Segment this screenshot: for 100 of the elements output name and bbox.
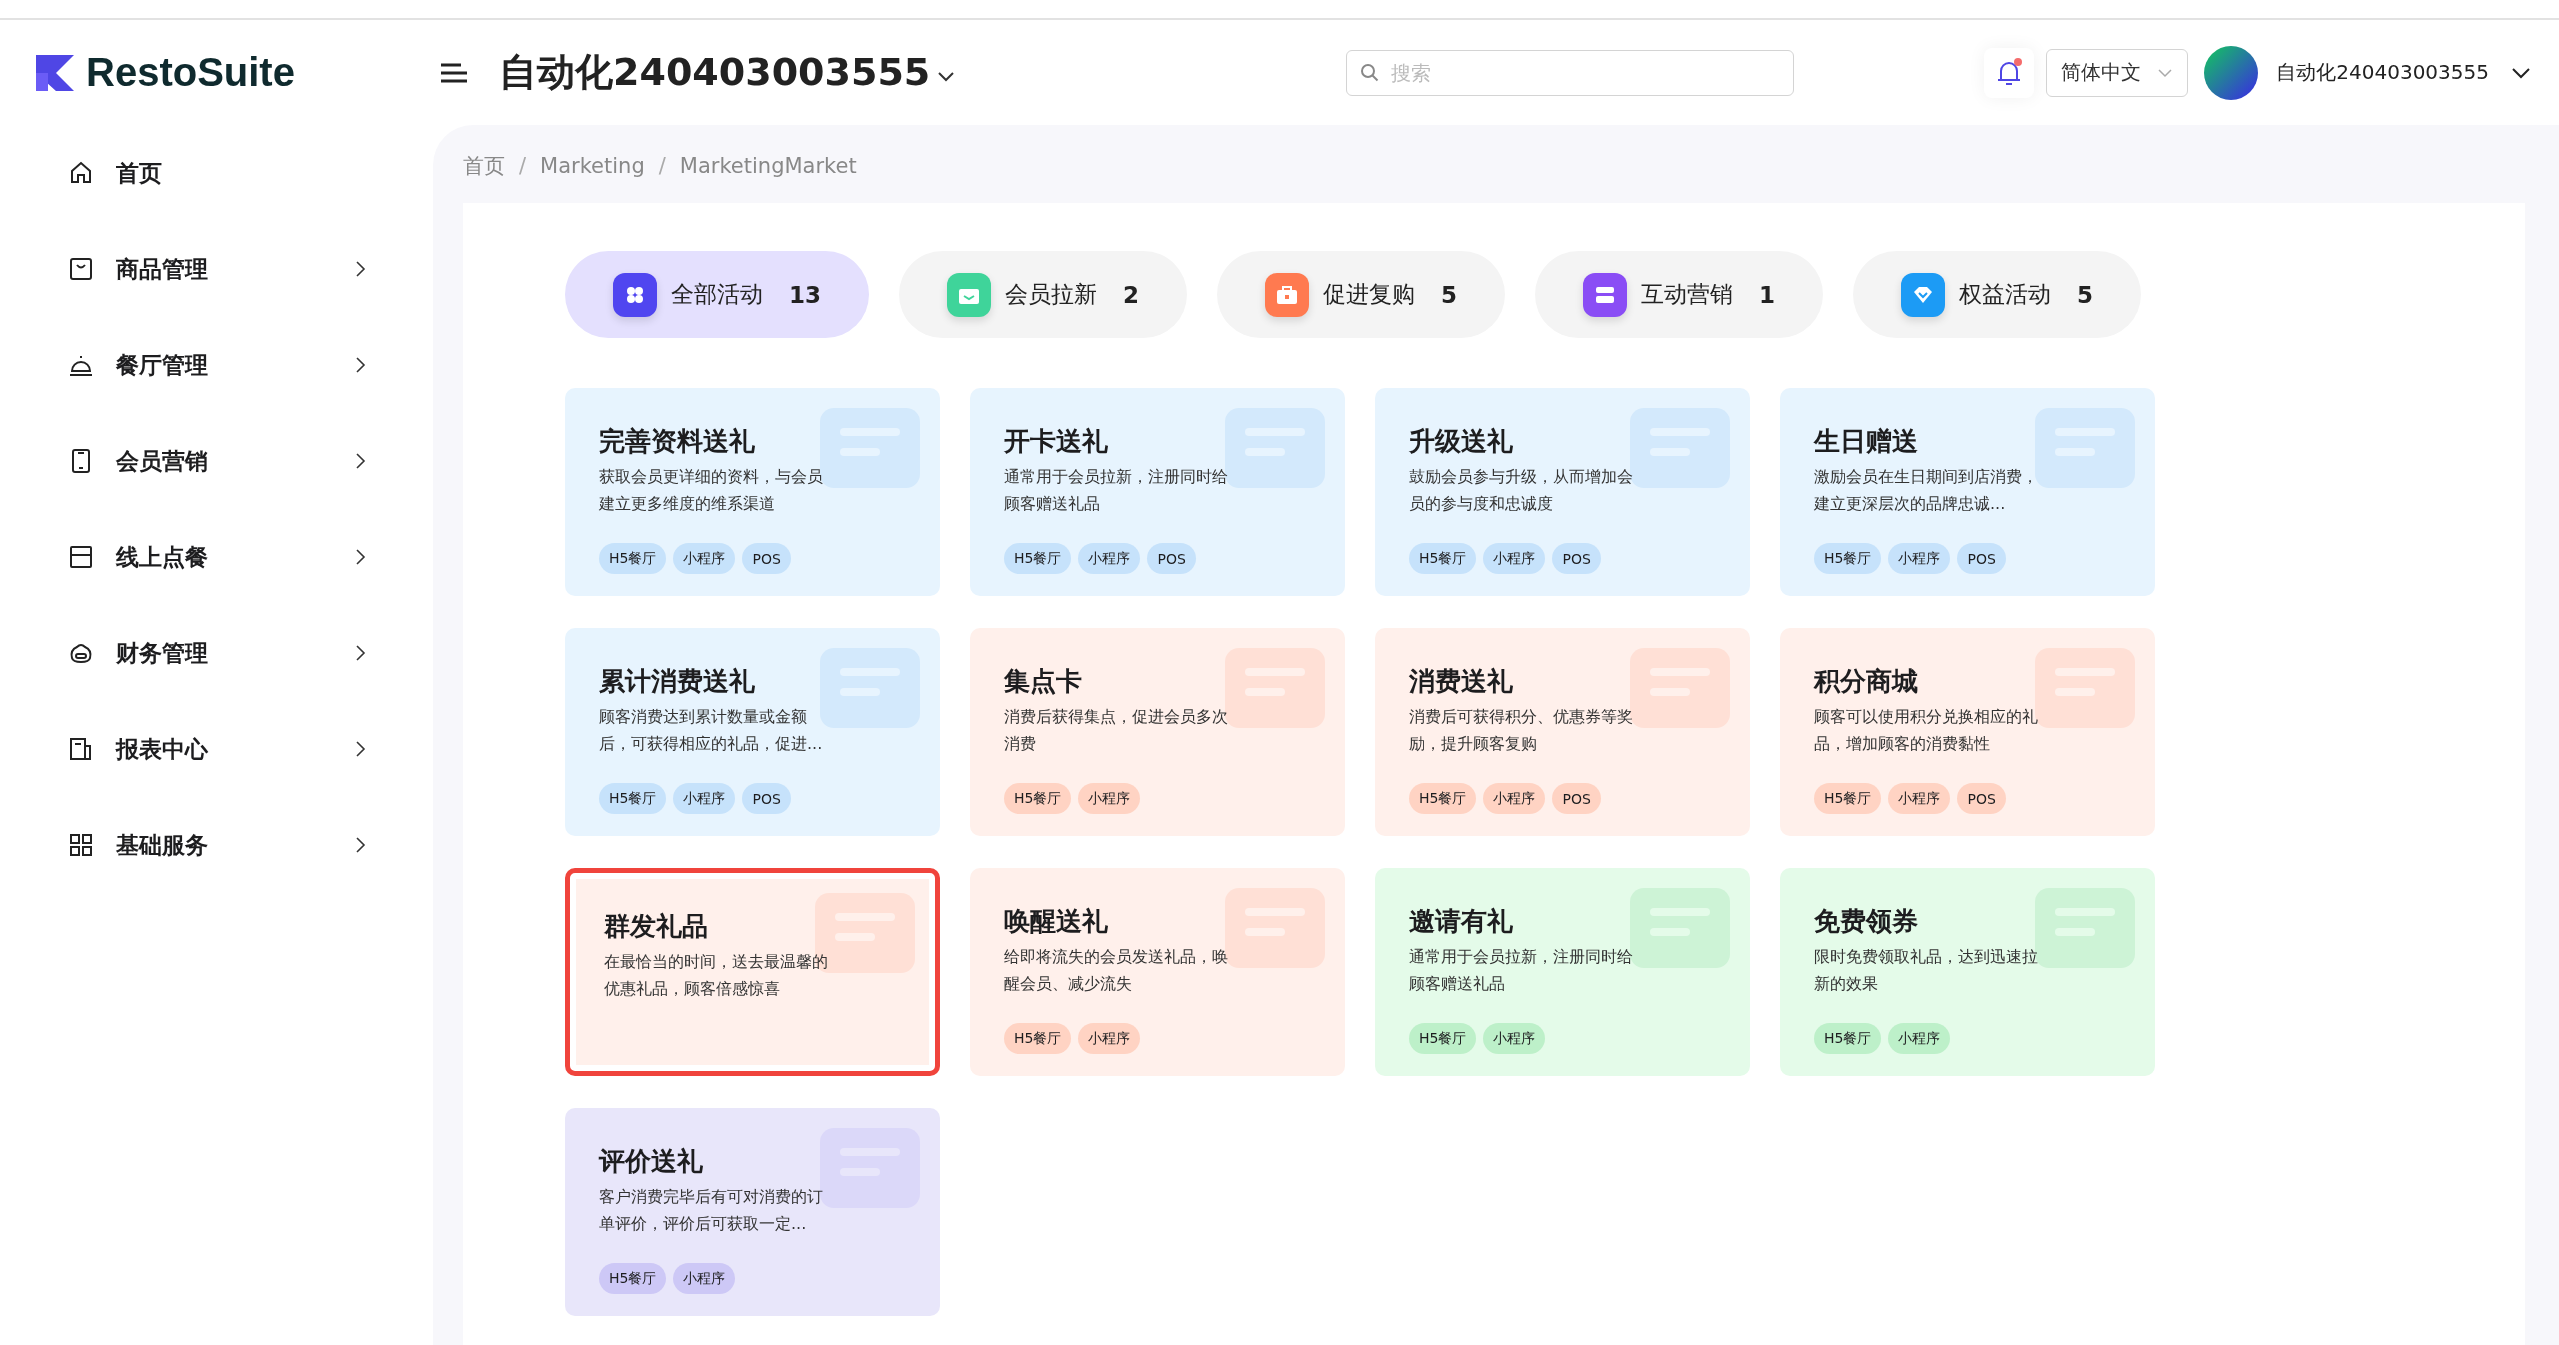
user-menu[interactable]: 自动化240403003555 — [2270, 58, 2537, 87]
card-description: 在最恰当的时间，送去最温馨的优惠礼品，顾客倍感惊喜 — [604, 951, 829, 1000]
chevron-right-icon — [355, 836, 367, 854]
channel-tag: POS — [1552, 783, 1601, 814]
briefcase-icon — [1275, 283, 1300, 306]
card-description: 客户消费完毕后有可对消费的订单评价，评价后可获取一定... — [599, 1186, 824, 1235]
channel-tag: 小程序 — [1483, 1023, 1546, 1054]
notification-button[interactable] — [1984, 47, 2035, 98]
sidebar-item[interactable]: 会员营销 — [0, 413, 433, 509]
channel-tag: 小程序 — [1888, 783, 1951, 814]
channel-tag: POS — [742, 543, 791, 574]
bag-icon — [68, 256, 94, 282]
activity-card[interactable]: 升级送礼 鼓励会员参与升级，从而增加会员的参与度和忠诚度 H5餐厅 小程序 POS — [1375, 388, 1750, 596]
search-field[interactable]: 搜索 — [1346, 49, 1795, 96]
chevron-right-icon — [355, 740, 367, 758]
card-title: 评价送礼 — [599, 1145, 704, 1178]
sidebar-item[interactable]: 餐厅管理 — [0, 317, 433, 413]
channel-tag: 小程序 — [1078, 783, 1141, 814]
channel-tag: 小程序 — [673, 543, 736, 574]
card-description: 顾客消费达到累计数量或金额后，可获得相应的礼品，促进... — [599, 706, 824, 755]
channel-tag: H5餐厅 — [599, 1263, 667, 1294]
card-description: 获取会员更详细的资料，与会员建立更多维度的维系渠道 — [599, 466, 824, 515]
card-description: 消费后可获得积分、优惠券等奖励，提升顾客复购 — [1409, 706, 1634, 755]
channel-tag: H5餐厅 — [599, 783, 667, 814]
breadcrumb-separator: / — [658, 154, 666, 178]
store-title[interactable]: 自动化240403003555 — [499, 47, 931, 98]
card-title: 生日赠送 — [1814, 425, 1919, 458]
channel-tag: H5餐厅 — [1004, 783, 1072, 814]
chevron-down-icon — [2511, 66, 2531, 79]
channel-tag: 小程序 — [1888, 543, 1951, 574]
chevron-down-icon[interactable] — [936, 69, 957, 84]
channel-tag: POS — [1147, 543, 1196, 574]
chevron-right-icon — [355, 548, 367, 566]
activity-card[interactable]: 开卡送礼 通常用于会员拉新，注册同时给顾客赠送礼品 H5餐厅 小程序 POS — [970, 388, 1345, 596]
channel-tag: H5餐厅 — [1409, 1023, 1477, 1054]
document-icon — [68, 736, 94, 762]
activity-card[interactable]: 集点卡 消费后获得集点，促进会员多次消费 H5餐厅 小程序 — [970, 628, 1345, 836]
channel-tag: H5餐厅 — [1814, 783, 1882, 814]
card-description: 限时免费领取礼品，达到迅速拉新的效果 — [1814, 946, 2039, 995]
activity-card[interactable]: 消费送礼 消费后可获得积分、优惠券等奖励，提升顾客复购 H5餐厅 小程序 POS — [1375, 628, 1750, 836]
card-description: 通常用于会员拉新，注册同时给顾客赠送礼品 — [1004, 466, 1229, 515]
category-tab[interactable]: 权益活动 5 — [1853, 251, 2142, 338]
activity-card[interactable]: 免费领券 限时免费领取礼品，达到迅速拉新的效果 H5餐厅 小程序 — [1780, 868, 2155, 1076]
chevron-right-icon — [355, 356, 367, 374]
channel-tag: 小程序 — [673, 1263, 736, 1294]
sidebar-item[interactable]: 首页 — [0, 125, 433, 221]
card-title: 累计消费送礼 — [599, 665, 756, 698]
category-tab[interactable]: 互动营销 1 — [1535, 251, 1824, 338]
logo-icon — [34, 52, 76, 93]
card-title: 唤醒送礼 — [1004, 905, 1109, 938]
activity-card[interactable]: 唤醒送礼 给即将流失的会员发送礼品，唤醒会员、减少流失 H5餐厅 小程序 — [970, 868, 1345, 1076]
language-select[interactable]: 简体中文 — [2046, 48, 2189, 97]
channel-tag: 小程序 — [1483, 543, 1546, 574]
sidebar-item[interactable]: 商品管理 — [0, 221, 433, 317]
activity-card[interactable]: 生日赠送 激励会员在生日期间到店消费，建立更深层次的品牌忠诚... H5餐厅 小程序 POS — [1780, 388, 2155, 596]
search-icon — [1360, 62, 1381, 83]
channel-tag: H5餐厅 — [1814, 543, 1882, 574]
card-description: 激励会员在生日期间到店消费，建立更深层次的品牌忠诚... — [1814, 466, 2039, 515]
sidebar-item[interactable]: 报表中心 — [0, 701, 433, 797]
activity-card[interactable]: 评价送礼 客户消费完毕后有可对消费的订单评价，评价后可获取一定... H5餐厅 小程序 — [565, 1108, 940, 1316]
category-tab[interactable]: 全部活动 13 — [565, 251, 869, 338]
card-description: 通常用于会员拉新，注册同时给顾客赠送礼品 — [1409, 946, 1634, 995]
channel-tag: H5餐厅 — [1004, 1023, 1072, 1054]
channel-tag: 小程序 — [1078, 1023, 1141, 1054]
card-description: 给即将流失的会员发送礼品，唤醒会员、减少流失 — [1004, 946, 1229, 995]
sidebar-item[interactable]: 线上点餐 — [0, 509, 433, 605]
unread-dot — [2014, 57, 2023, 66]
channel-tag: 小程序 — [673, 783, 736, 814]
channel-tag: POS — [742, 783, 791, 814]
chevron-right-icon — [355, 260, 367, 278]
channel-tag: H5餐厅 — [1814, 1023, 1882, 1054]
channel-tag: 小程序 — [1078, 543, 1141, 574]
card-title: 开卡送礼 — [1004, 425, 1109, 458]
card-description: 顾客可以使用积分兑换相应的礼品，增加顾客的消费黏性 — [1814, 706, 2039, 755]
card-title: 升级送礼 — [1409, 425, 1514, 458]
channel-tag: POS — [1957, 543, 2006, 574]
card-title: 集点卡 — [1004, 665, 1083, 698]
card-title: 邀请有礼 — [1409, 905, 1514, 938]
activity-card[interactable]: 群发礼品 在最恰当的时间，送去最温馨的优惠礼品，顾客倍感惊喜 — [565, 868, 940, 1076]
activity-card[interactable]: 完善资料送礼 获取会员更详细的资料，与会员建立更多维度的维系渠道 H5餐厅 小程序 POS — [565, 388, 940, 596]
card-title: 积分商城 — [1814, 665, 1919, 698]
chevron-right-icon — [355, 644, 367, 662]
chevron-right-icon — [355, 452, 367, 470]
card-title: 免费领券 — [1814, 905, 1919, 938]
sidebar-item[interactable]: 财务管理 — [0, 605, 433, 701]
activity-card[interactable]: 累计消费送礼 顾客消费达到累计数量或金额后，可获得相应的礼品，促进... H5餐厅 小程序 POS — [565, 628, 940, 836]
sidebar-item[interactable]: 基础服务 — [0, 797, 433, 893]
logo-text: RestoSuite — [86, 50, 295, 95]
breadcrumb-separator: / — [519, 154, 527, 178]
home-icon — [68, 160, 94, 186]
activity-card[interactable]: 积分商城 顾客可以使用积分兑换相应的礼品，增加顾客的消费黏性 H5餐厅 小程序 POS — [1780, 628, 2155, 836]
category-tab[interactable]: 促进复购 5 — [1217, 251, 1506, 338]
grid-icon — [68, 832, 94, 858]
card-title: 消费送礼 — [1409, 665, 1514, 698]
card-title: 完善资料送礼 — [599, 425, 756, 458]
category-tab[interactable]: 会员拉新 2 — [899, 251, 1188, 338]
activity-card[interactable]: 邀请有礼 通常用于会员拉新，注册同时给顾客赠送礼品 H5餐厅 小程序 — [1375, 868, 1750, 1076]
channel-tag: 小程序 — [1888, 1023, 1951, 1054]
channel-tag: H5餐厅 — [1409, 543, 1477, 574]
channel-tag: H5餐厅 — [1409, 783, 1477, 814]
